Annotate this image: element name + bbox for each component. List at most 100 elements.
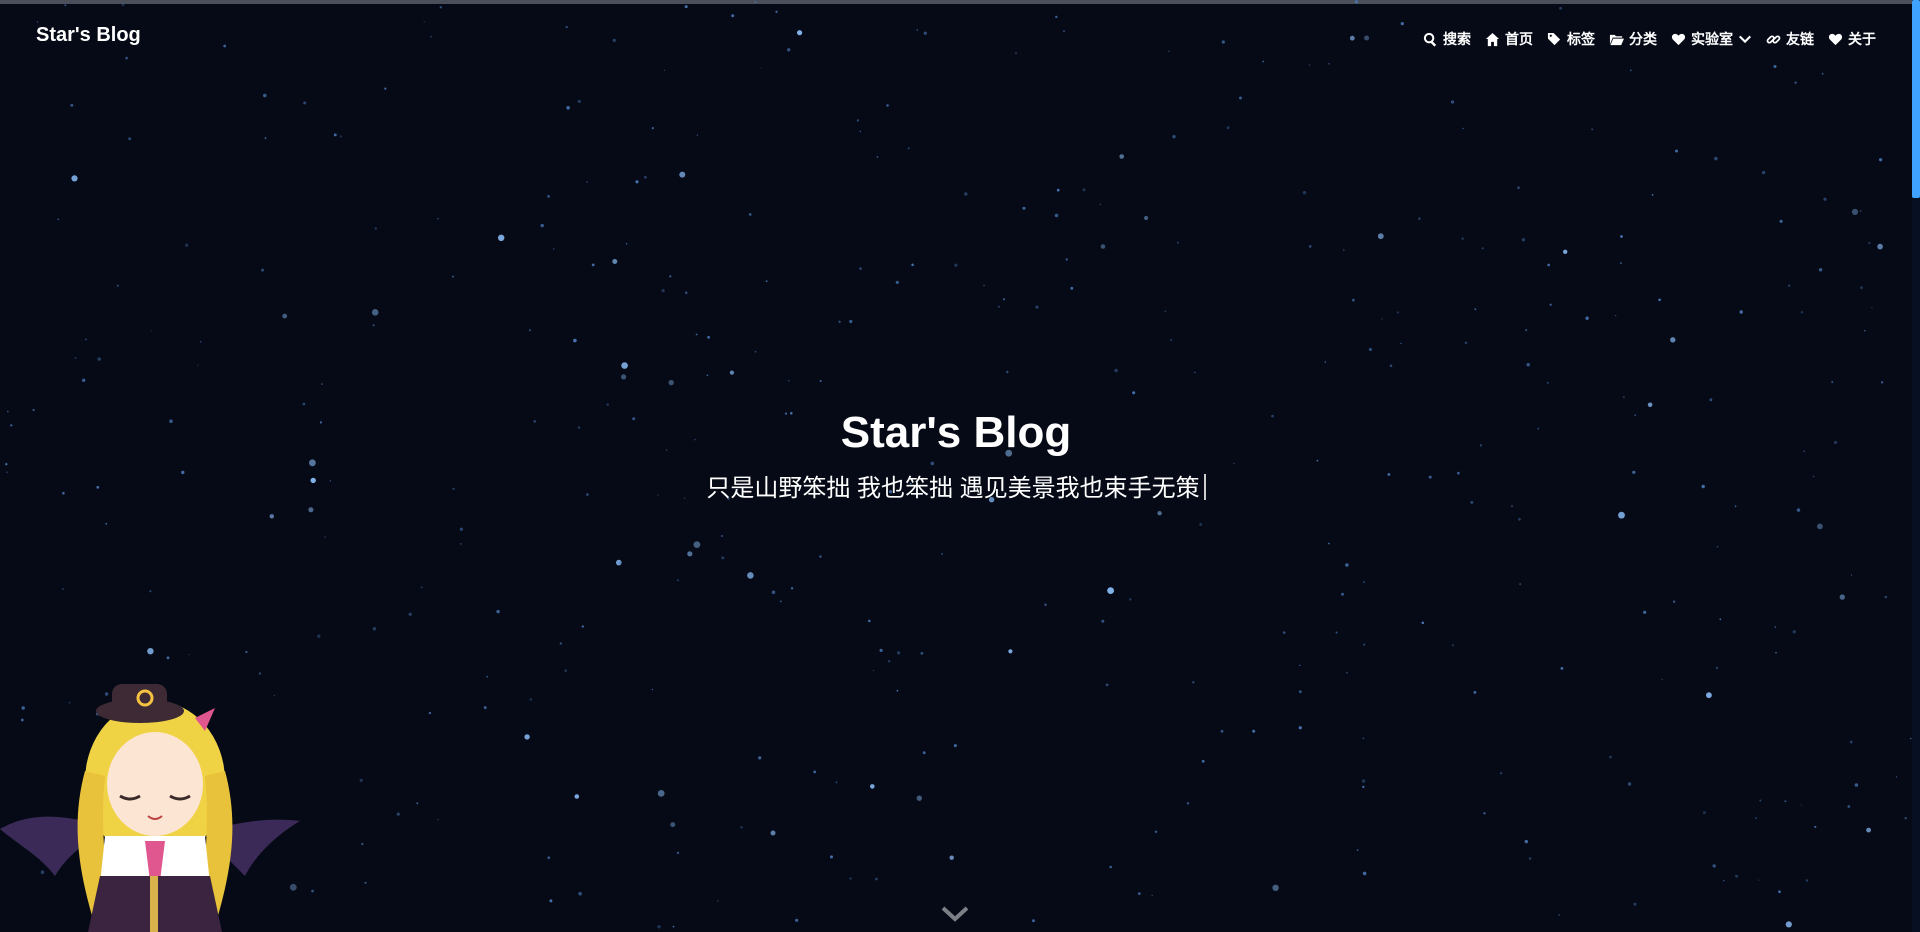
star <box>679 171 686 178</box>
star <box>1518 517 1521 521</box>
star <box>1363 643 1366 646</box>
star <box>1849 740 1853 744</box>
star <box>1794 81 1797 84</box>
scroll-down-button[interactable] <box>940 903 970 930</box>
nav-item-categories[interactable]: 分类 <box>1609 29 1657 49</box>
star <box>339 135 342 138</box>
nav-item-friends[interactable]: 友链 <box>1766 29 1814 49</box>
star <box>420 586 423 589</box>
star <box>74 356 77 359</box>
star <box>1164 310 1167 313</box>
star <box>591 263 595 267</box>
star <box>149 590 152 593</box>
star <box>524 734 530 740</box>
star <box>1346 672 1348 674</box>
star <box>416 802 419 805</box>
heart-icon <box>1828 33 1843 45</box>
star <box>997 305 1000 308</box>
star <box>754 1 757 4</box>
star <box>1591 128 1593 131</box>
nav-item-home[interactable]: 首页 <box>1485 29 1533 49</box>
star <box>1099 203 1102 206</box>
page-scrollbar[interactable] <box>1912 0 1920 932</box>
star <box>621 362 628 369</box>
nav-item-tags[interactable]: 标签 <box>1547 29 1595 49</box>
star <box>188 654 190 656</box>
nav-item-search[interactable]: 搜索 <box>1423 29 1471 49</box>
star <box>1821 72 1824 75</box>
star <box>308 507 314 513</box>
star <box>547 194 551 198</box>
star <box>1521 238 1526 242</box>
star <box>1759 799 1762 802</box>
nav-item-lab[interactable]: 实验室 <box>1671 29 1752 49</box>
star <box>949 855 954 860</box>
star <box>1734 505 1737 508</box>
star <box>1800 804 1803 806</box>
star <box>1831 381 1834 383</box>
star <box>758 756 762 760</box>
star <box>819 380 822 382</box>
search-icon <box>1423 32 1437 47</box>
star <box>1119 154 1124 159</box>
star <box>1220 729 1224 733</box>
nav-item-about[interactable]: 关于 <box>1828 29 1876 49</box>
star <box>795 918 799 922</box>
star <box>1517 186 1520 189</box>
star <box>1362 871 1367 876</box>
star <box>1500 772 1503 775</box>
star <box>1823 197 1827 201</box>
star <box>1633 902 1637 906</box>
star <box>1868 241 1871 245</box>
star <box>754 350 757 353</box>
star <box>553 248 555 250</box>
star <box>1715 666 1719 670</box>
star <box>199 340 202 343</box>
star <box>729 370 735 375</box>
star <box>1558 914 1560 916</box>
star <box>922 751 926 755</box>
scrollbar-thumb[interactable] <box>1912 0 1920 198</box>
star <box>830 855 833 859</box>
star <box>1192 681 1195 684</box>
mascot-character[interactable] <box>0 676 310 932</box>
star <box>578 891 582 896</box>
star <box>721 556 725 560</box>
star <box>953 744 957 748</box>
star <box>787 379 790 382</box>
star <box>1151 894 1153 897</box>
star <box>876 156 879 158</box>
star <box>1389 364 1393 368</box>
link-icon <box>1766 34 1781 44</box>
star <box>282 313 288 319</box>
star <box>71 175 78 182</box>
star <box>1792 630 1797 634</box>
site-title[interactable]: Star's Blog <box>36 24 141 47</box>
star <box>849 319 853 324</box>
star <box>1363 581 1365 583</box>
star <box>888 660 891 663</box>
star <box>1109 865 1112 869</box>
star <box>1345 563 1349 567</box>
star <box>1177 241 1179 244</box>
star <box>1157 511 1162 516</box>
star <box>577 99 581 103</box>
star <box>1651 194 1654 196</box>
star <box>359 778 363 783</box>
star <box>765 280 768 283</box>
star <box>396 812 400 816</box>
star <box>374 227 377 230</box>
star <box>1362 737 1365 739</box>
star <box>1377 233 1384 240</box>
star <box>1860 286 1863 290</box>
star <box>721 535 723 537</box>
star <box>1723 880 1725 882</box>
star <box>1709 398 1713 402</box>
star <box>317 634 321 638</box>
star <box>1035 305 1039 309</box>
star <box>372 324 375 327</box>
star <box>1450 100 1455 104</box>
star <box>1528 857 1532 860</box>
star <box>1054 213 1059 218</box>
star <box>696 134 699 136</box>
